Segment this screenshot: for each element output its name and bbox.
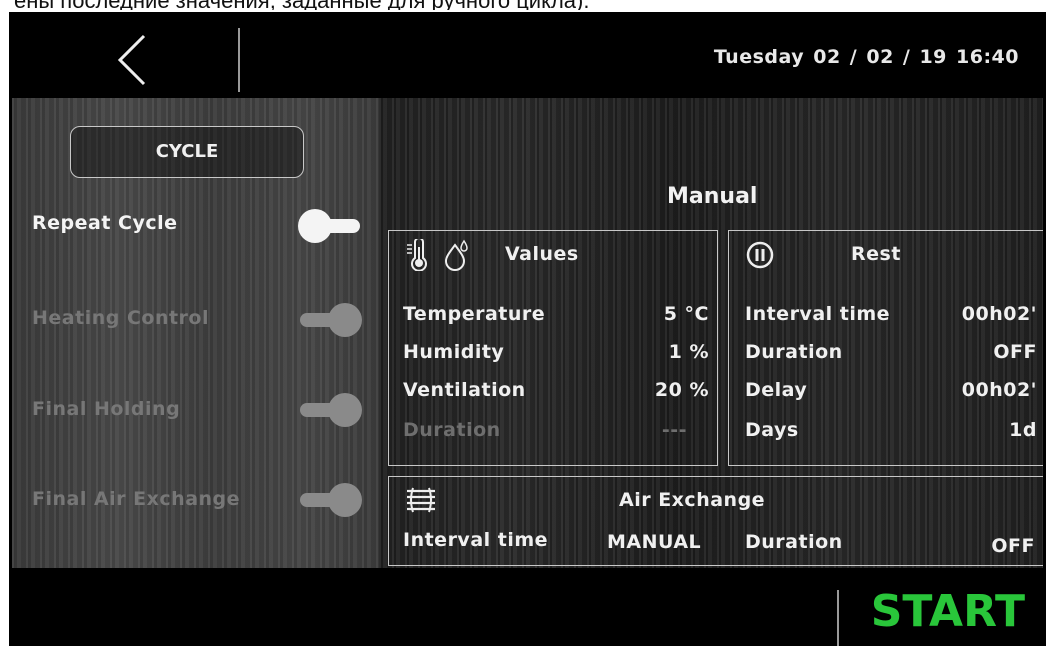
values-row-duration: Duration --- (403, 419, 687, 445)
row-value: 5 °C (663, 303, 709, 325)
rest-row-interval-time: Interval time 00h02' (745, 303, 1037, 329)
values-row-ventilation: Ventilation 20 % (403, 379, 709, 405)
final-air-exchange-label: Final Air Exchange (32, 488, 241, 510)
bottom-bar: START (12, 568, 1043, 646)
air-exchange-title: Air Exchange (619, 489, 766, 511)
repeat-cycle-toggle[interactable] (298, 208, 362, 244)
row-value: 20 % (654, 379, 709, 401)
values-panel: Values Temperature 5 °C Humidity 1 % Ven… (388, 230, 718, 466)
row-label: Days (745, 419, 799, 441)
row-value: 00h02' (961, 303, 1037, 325)
heating-control-label: Heating Control (32, 307, 209, 329)
rest-panel: Rest Interval time 00h02' Duration OFF D… (728, 230, 1043, 466)
final-air-exchange-toggle[interactable] (298, 482, 362, 518)
air-duration-value: OFF (991, 535, 1035, 557)
values-row-temperature: Temperature 5 °C (403, 303, 709, 329)
rest-title: Rest (851, 243, 901, 265)
top-bar: Tuesday 02 / 02 / 19 16:40 (12, 12, 1043, 98)
mode-title: Manual (667, 184, 758, 209)
bottom-divider (837, 590, 839, 646)
rest-row-delay: Delay 00h02' (745, 379, 1037, 405)
toggle-knob (328, 393, 362, 427)
air-exchange-icon (407, 487, 435, 513)
row-label: Duration (403, 419, 501, 441)
humidity-icon (444, 239, 468, 271)
air-exchange-panel: Air Exchange Interval time MANUAL Durati… (388, 476, 1043, 566)
date-time: Tuesday 02 / 02 / 19 16:40 (713, 46, 1019, 68)
values-row-humidity: Humidity 1 % (403, 341, 709, 367)
row-label: Humidity (403, 341, 505, 363)
air-interval-label: Interval time (403, 529, 549, 551)
air-duration-label: Duration (745, 531, 843, 553)
rest-row-days: Days 1d (745, 419, 1037, 445)
row-value: 1 % (668, 341, 709, 363)
top-divider (238, 28, 240, 92)
device-screen: Tuesday 02 / 02 / 19 16:40 CYCLE Repeat … (9, 12, 1046, 646)
heating-control-toggle[interactable] (298, 302, 362, 338)
row-label: Interval time (745, 303, 891, 325)
row-label: Delay (745, 379, 808, 401)
pause-icon (746, 241, 774, 269)
final-holding-label: Final Holding (32, 398, 181, 420)
thermometer-icon (407, 239, 427, 271)
back-button[interactable] (104, 30, 164, 90)
final-holding-toggle[interactable] (298, 392, 362, 428)
row-value: 00h02' (961, 379, 1037, 401)
toggle-knob (328, 303, 362, 337)
rest-row-duration: Duration OFF (745, 341, 1037, 367)
values-title: Values (505, 243, 579, 265)
chevron-left-icon (117, 34, 146, 86)
row-label: Ventilation (403, 379, 526, 401)
toggle-knob (298, 209, 332, 243)
caption-text: ены последние значения, заданные для руч… (14, 0, 589, 10)
repeat-cycle-label: Repeat Cycle (32, 212, 178, 234)
cycle-button[interactable]: CYCLE (70, 126, 304, 178)
row-label: Duration (745, 341, 843, 363)
row-label: Temperature (403, 303, 546, 325)
row-value: 1d (1009, 419, 1037, 441)
toggle-knob (328, 483, 362, 517)
air-interval-value: MANUAL (607, 531, 702, 553)
row-value: --- (661, 419, 687, 441)
row-value: OFF (993, 341, 1037, 363)
start-button[interactable]: START (855, 586, 1025, 638)
